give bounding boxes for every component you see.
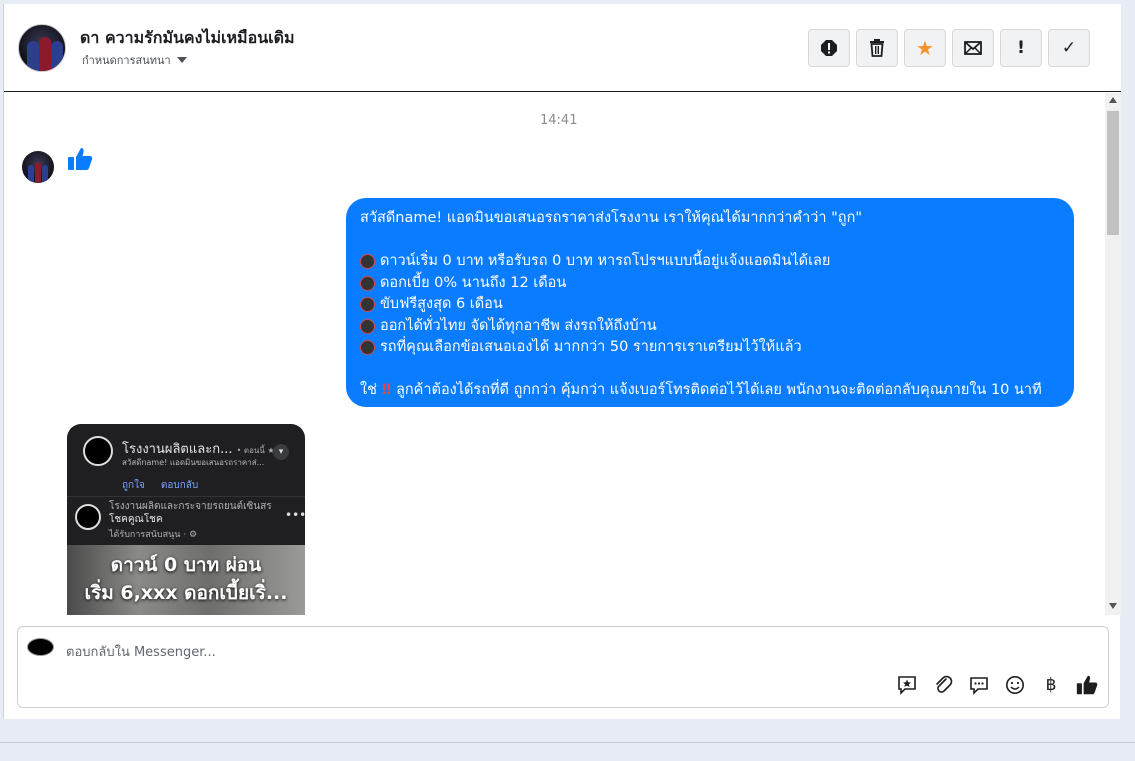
message-list[interactable]: 14:41 สวัสดีname! แอดมินขอเสนอรถราคาส่งโ… xyxy=(4,93,1104,615)
card-post-name-1: โรงงานผลิตและกระจายรถยนต์เซินสร xyxy=(109,501,272,512)
post-logo-icon xyxy=(75,504,101,530)
header-toolbar: ★ ! ✓ xyxy=(808,29,1090,67)
star-button[interactable]: ★ xyxy=(904,29,946,67)
card-preview-text: สวัสดีname! แอดมินขอเสนอรถราคาส่... xyxy=(122,458,265,467)
reply-composer[interactable]: ตอบกลับใน Messenger... ฿ xyxy=(17,626,1109,708)
reply-input[interactable]: ตอบกลับใน Messenger... xyxy=(66,641,216,662)
closing-text: ลูกค้าต้องได้รถที่ดี ถูกกว่า คุ้มกว่า แจ… xyxy=(396,382,1042,398)
message-item: รถที่คุณเลือกข้อเสนอเองได้ มากกว่า 50 รา… xyxy=(380,339,802,355)
banner-line-1: ดาวน์ 0 บาท ผ่อน xyxy=(110,554,262,576)
card-reply-action: ตอบกลับ xyxy=(160,480,199,491)
shared-ad-screenshot[interactable]: โรงงานผลิตและก... • ตอนนี้ ★ สวัสดีname!… xyxy=(67,424,305,615)
message-item: ดาวน์เริ่ม 0 บาท หรือรับรถ 0 บาท หารถโปร… xyxy=(380,253,831,269)
banner-line-2: เริ่ม 6,xxx ดอกเบี้ยเริ่... xyxy=(84,582,288,604)
saved-reply-icon xyxy=(970,677,988,695)
message-greeting: สวัสดีname! แอดมินขอเสนอรถราคาส่งโรงงาน … xyxy=(360,210,863,226)
card-page-meta: • ตอนนี้ ★ xyxy=(236,446,275,455)
like-icon xyxy=(1076,675,1098,695)
delete-button[interactable] xyxy=(856,29,898,67)
thumbs-up-icon xyxy=(68,148,93,170)
chevron-down-icon: ▾ xyxy=(273,444,289,460)
mark-unread-button[interactable] xyxy=(952,29,994,67)
message-item: ขับฟรีสูงสุด 6 เดือน xyxy=(380,296,503,312)
scrollbar-thumb[interactable] xyxy=(1107,111,1119,235)
star-icon: ★ xyxy=(916,36,934,60)
more-icon: ••• xyxy=(285,508,305,522)
payment-button[interactable]: ฿ xyxy=(1040,674,1062,696)
card-sponsored-label: ได้รับการสนับสนุน · ⚙ xyxy=(109,530,198,540)
card-post-name-2: โชคคูณโชค xyxy=(109,514,163,525)
attach-icon xyxy=(936,675,953,693)
conversation-panel: ดา ความรักมันคงไม่เหมือนเดิม กำหนดการสนท… xyxy=(3,4,1121,719)
conversation-settings-label: กำหนดการสนทนา xyxy=(82,54,171,67)
window-bottom-divider xyxy=(0,742,1135,743)
emoji-icon xyxy=(1006,676,1024,694)
car-emoji-icon xyxy=(360,318,375,334)
saved-reply-button[interactable] xyxy=(968,674,990,696)
scroll-up-icon[interactable] xyxy=(1109,97,1117,103)
car-emoji-icon xyxy=(360,340,375,356)
attach-button[interactable] xyxy=(932,674,954,696)
send-like-button[interactable] xyxy=(1076,674,1098,696)
received-like-message[interactable] xyxy=(67,146,93,176)
caret-down-icon xyxy=(176,57,187,63)
sent-message-bubble[interactable]: สวัสดีname! แอดมินขอเสนอรถราคาส่งโรงงาน … xyxy=(346,198,1074,407)
message-timestamp: 14:41 xyxy=(540,113,578,128)
sticker-icon xyxy=(898,676,916,695)
mail-icon xyxy=(964,41,982,55)
trash-icon xyxy=(870,39,884,57)
sender-avatar[interactable] xyxy=(22,151,54,183)
baht-icon: ฿ xyxy=(1045,675,1057,695)
message-scrollbar[interactable] xyxy=(1105,93,1121,615)
contact-name[interactable]: ดา ความรักมันคงไม่เหมือนเดิม xyxy=(80,26,295,51)
scroll-down-icon[interactable] xyxy=(1109,603,1117,609)
double-exclamation-icon: ‼ xyxy=(381,382,391,398)
car-emoji-icon xyxy=(360,254,375,270)
emoji-button[interactable] xyxy=(1004,674,1026,696)
page-logo-icon xyxy=(83,436,113,466)
mark-important-button[interactable]: ! xyxy=(1000,29,1042,67)
mark-done-button[interactable]: ✓ xyxy=(1048,29,1090,67)
message-item: ออกได้ทั่วไทย จัดได้ทุกอาชีพ ส่งรถให้ถึง… xyxy=(380,317,657,334)
conversation-header: ดา ความรักมันคงไม่เหมือนเดิม กำหนดการสนท… xyxy=(4,4,1121,92)
page-avatar xyxy=(27,638,54,656)
message-item: ดอกเบี้ย 0% นานถึง 12 เดือน xyxy=(380,274,567,291)
conversation-settings-dropdown[interactable]: กำหนดการสนทนา xyxy=(82,51,187,69)
report-icon xyxy=(821,40,837,56)
car-emoji-icon xyxy=(360,275,375,291)
exclamation-icon: ! xyxy=(1017,38,1025,58)
report-button[interactable] xyxy=(808,29,850,67)
card-page-name: โรงงานผลิตและก... xyxy=(122,442,233,457)
contact-avatar[interactable] xyxy=(18,24,66,72)
car-emoji-icon xyxy=(360,297,375,313)
sticker-button[interactable] xyxy=(896,674,918,696)
check-icon: ✓ xyxy=(1061,38,1077,58)
card-ad-banner: ดาวน์ 0 บาท ผ่อน เริ่ม 6,xxx ดอกเบี้ยเริ… xyxy=(67,545,305,615)
card-like-action: ถูกใจ xyxy=(122,480,145,491)
closing-prefix: ใช่ xyxy=(360,382,377,398)
